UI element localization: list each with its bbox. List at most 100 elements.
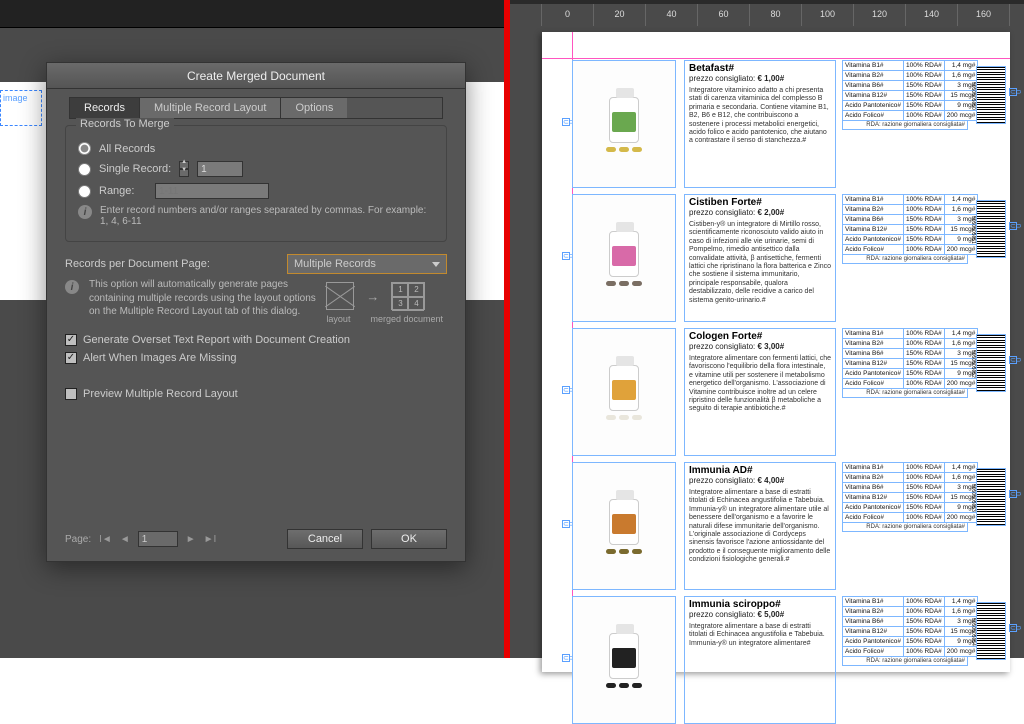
margin-guide bbox=[542, 58, 1010, 59]
product-image-frame[interactable] bbox=[572, 60, 676, 188]
radio-single-record[interactable] bbox=[78, 163, 91, 176]
info-icon: i bbox=[78, 205, 92, 219]
info-icon: i bbox=[65, 280, 79, 294]
product-text-frame[interactable]: Immunia sciroppo# prezzo consigliato: € … bbox=[684, 596, 836, 724]
rda-footnote: RDA: razione giornaliera consigliata# bbox=[842, 657, 968, 666]
product-text-frame[interactable]: Cologen Forte# prezzo consigliato: € 3,0… bbox=[684, 328, 836, 456]
nutrition-table: Vitamina B1#100% RDA#1,4 mg#Vitamina B2#… bbox=[842, 328, 978, 389]
product-price: prezzo consigliato: € 1,00# bbox=[689, 74, 784, 83]
radio-all-records[interactable] bbox=[78, 142, 91, 155]
nutrition-table-frame[interactable]: Vitamina B1#100% RDA#1,4 mg#Vitamina B2#… bbox=[842, 60, 968, 130]
product-text-frame[interactable]: Immunia AD# prezzo consigliato: € 4,00# … bbox=[684, 462, 836, 590]
image-placeholder-frame[interactable]: image bbox=[0, 90, 42, 126]
thread-link-icon[interactable]: ⊂⊃ bbox=[562, 520, 570, 528]
product-text-frame[interactable]: Cistiben Forte# prezzo consigliato: € 2,… bbox=[684, 194, 836, 322]
nutrition-table-frame[interactable]: Vitamina B1#100% RDA#1,4 mg#Vitamina B2#… bbox=[842, 194, 968, 264]
nutrition-table-frame[interactable]: Vitamina B1#100% RDA#1,4 mg#Vitamina B2#… bbox=[842, 462, 968, 532]
barcode-number: 5050505054 bbox=[968, 603, 976, 661]
product-description: Integratore alimentare a base di estratt… bbox=[689, 623, 831, 648]
product-price: prezzo consigliato: € 2,00# bbox=[689, 208, 784, 217]
barcode-number: 5050505052 bbox=[968, 335, 976, 393]
product-image-frame[interactable] bbox=[572, 194, 676, 322]
tab-multiple-record-layout[interactable]: Multiple Record Layout bbox=[140, 98, 282, 118]
thread-link-icon[interactable]: ⊂⊃ bbox=[562, 118, 570, 126]
checkbox-preview-layout-label: Preview Multiple Record Layout bbox=[83, 388, 238, 400]
product-price: prezzo consigliato: € 4,00# bbox=[689, 476, 784, 485]
nutrition-table: Vitamina B1#100% RDA#1,4 mg#Vitamina B2#… bbox=[842, 194, 978, 255]
barcode-number: 5050505051 bbox=[968, 201, 976, 259]
records-to-merge-group: Records To Merge All Records Single Reco… bbox=[65, 125, 447, 242]
pills-graphic bbox=[606, 549, 642, 554]
thread-link-icon[interactable]: ⊂⊃ bbox=[1009, 356, 1017, 364]
thread-link-icon[interactable]: ⊂⊃ bbox=[562, 386, 570, 394]
barcode-number: 5050505053 bbox=[968, 469, 976, 527]
checkbox-preview-layout[interactable]: ✓ bbox=[65, 388, 77, 400]
chevron-down-icon bbox=[432, 262, 440, 267]
record-card[interactable]: ⊂⊃ Cistiben Forte# prezzo consigliato: €… bbox=[572, 194, 1008, 322]
thread-link-icon[interactable]: ⊂⊃ bbox=[562, 252, 570, 260]
thread-link-icon[interactable]: ⊂⊃ bbox=[1009, 88, 1017, 96]
barcode-frame[interactable]: 5050505051 bbox=[976, 200, 1006, 258]
product-title: Immunia sciroppo# bbox=[689, 599, 781, 610]
merged-grid-icon: 1234 bbox=[391, 282, 425, 310]
product-description: Integratore vitaminico adatto a chi pres… bbox=[689, 87, 831, 146]
nutrition-table-frame[interactable]: Vitamina B1#100% RDA#1,4 mg#Vitamina B2#… bbox=[842, 328, 968, 398]
checkbox-alert-missing-images[interactable]: ✓ bbox=[65, 352, 77, 364]
page-nav-label: Page: bbox=[65, 534, 91, 545]
rda-footnote: RDA: razione giornaliera consigliata# bbox=[842, 121, 968, 130]
thread-link-icon[interactable]: ⊂⊃ bbox=[1009, 222, 1017, 230]
range-input[interactable] bbox=[155, 183, 269, 199]
single-record-input[interactable] bbox=[197, 161, 243, 177]
product-text-frame[interactable]: Betafast# prezzo consigliato: € 1,00# In… bbox=[684, 60, 836, 188]
checkbox-overset-report[interactable]: ✓ bbox=[65, 334, 77, 346]
record-card[interactable]: ⊂⊃ Cologen Forte# prezzo consigliato: € … bbox=[572, 328, 1008, 456]
page-number-input[interactable] bbox=[138, 531, 178, 547]
nutrition-table-frame[interactable]: Vitamina B1#100% RDA#1,4 mg#Vitamina B2#… bbox=[842, 596, 968, 666]
barcode-frame[interactable]: 5050505054 bbox=[976, 602, 1006, 660]
left-pasteboard: image Create Merged Document Records Mul… bbox=[0, 0, 504, 658]
merged-document-page[interactable]: ⊂⊃ Betafast# prezzo consigliato: € 1,00#… bbox=[542, 32, 1010, 672]
dialog-title: Create Merged Document bbox=[47, 63, 465, 89]
product-image-frame[interactable] bbox=[572, 462, 676, 590]
records-per-page-value: Multiple Records bbox=[294, 258, 376, 270]
bottle-graphic bbox=[609, 499, 639, 545]
rda-footnote: RDA: razione giornaliera consigliata# bbox=[842, 255, 968, 264]
cancel-button[interactable]: Cancel bbox=[287, 529, 363, 549]
product-description: Integratore alimentare a base di estratt… bbox=[689, 489, 831, 565]
pills-graphic bbox=[606, 415, 642, 420]
tab-options[interactable]: Options bbox=[281, 98, 347, 118]
product-image-frame[interactable] bbox=[572, 328, 676, 456]
product-image-frame[interactable] bbox=[572, 596, 676, 724]
prev-page-icon[interactable]: ◄ bbox=[120, 534, 130, 545]
record-card[interactable]: ⊂⊃ Betafast# prezzo consigliato: € 1,00#… bbox=[572, 60, 1008, 188]
product-title: Cologen Forte# bbox=[689, 331, 762, 342]
diagram-merged-label: merged document bbox=[370, 314, 443, 324]
single-record-stepper[interactable]: ▲ ▼ bbox=[179, 161, 189, 177]
record-card[interactable]: ⊂⊃ Immunia sciroppo# prezzo consigliato:… bbox=[572, 596, 1008, 724]
rda-footnote: RDA: razione giornaliera consigliata# bbox=[842, 389, 968, 398]
records-per-page-label: Records per Document Page: bbox=[65, 258, 210, 270]
bottle-graphic bbox=[609, 633, 639, 679]
barcode-frame[interactable]: 5050505053 bbox=[976, 468, 1006, 526]
thread-link-icon[interactable]: ⊂⊃ bbox=[1009, 624, 1017, 632]
stepper-down-icon[interactable]: ▼ bbox=[179, 169, 189, 177]
tab-records[interactable]: Records bbox=[70, 98, 140, 118]
barcode-frame[interactable]: 5050505052 bbox=[976, 334, 1006, 392]
nutrition-table: Vitamina B1#100% RDA#1,4 mg#Vitamina B2#… bbox=[842, 596, 978, 657]
first-page-icon[interactable]: I◄ bbox=[99, 534, 112, 545]
thread-link-icon[interactable]: ⊂⊃ bbox=[562, 654, 570, 662]
barcode-frame[interactable]: 5050505050 bbox=[976, 66, 1006, 124]
last-page-icon[interactable]: ►I bbox=[204, 534, 217, 545]
radio-range[interactable] bbox=[78, 185, 91, 198]
next-page-icon[interactable]: ► bbox=[186, 534, 196, 545]
right-document-view: 0 20 40 60 80 100 120 140 160 180 ⊂⊃ Bet… bbox=[510, 0, 1024, 658]
radio-all-records-label: All Records bbox=[99, 143, 155, 155]
multiple-records-help-text: This option will automatically generate … bbox=[89, 278, 316, 324]
records-per-page-dropdown[interactable]: Multiple Records bbox=[287, 254, 447, 274]
product-title: Betafast# bbox=[689, 63, 734, 74]
ok-button[interactable]: OK bbox=[371, 529, 447, 549]
radio-single-record-label: Single Record: bbox=[99, 163, 171, 175]
bottle-graphic bbox=[609, 97, 639, 143]
thread-link-icon[interactable]: ⊂⊃ bbox=[1009, 490, 1017, 498]
record-card[interactable]: ⊂⊃ Immunia AD# prezzo consigliato: € 4,0… bbox=[572, 462, 1008, 590]
